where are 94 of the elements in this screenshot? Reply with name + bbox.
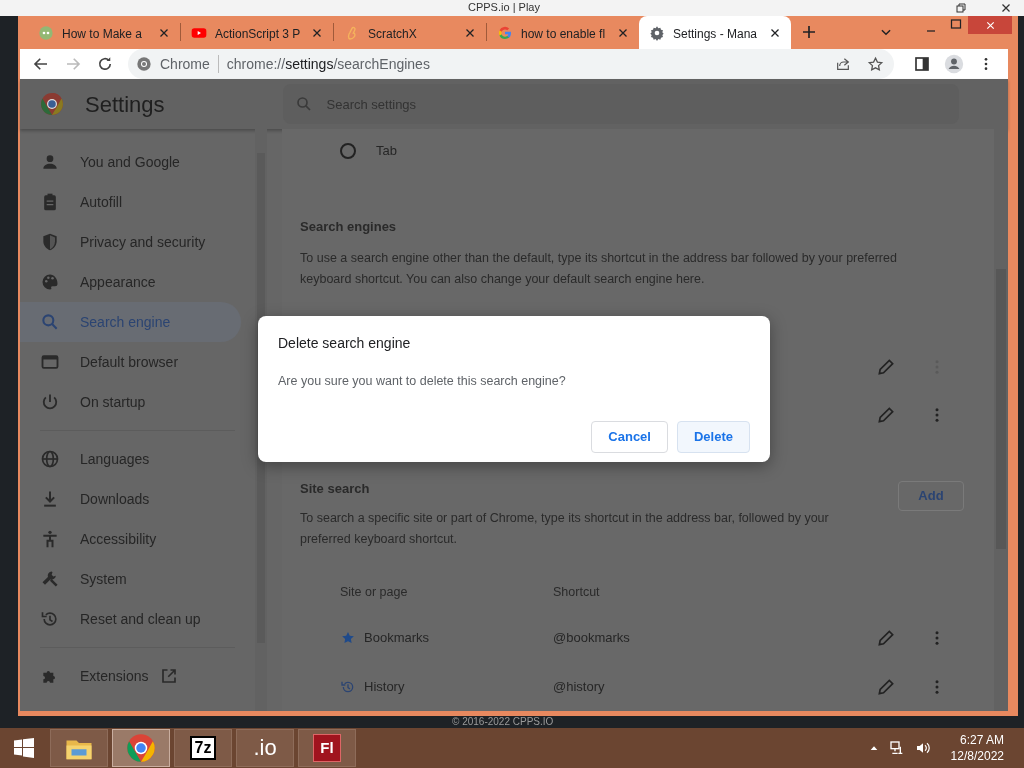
gear-icon xyxy=(649,24,665,41)
browser-tab[interactable]: ScratchX xyxy=(334,16,486,49)
close-icon xyxy=(984,19,996,31)
add-button[interactable]: Add xyxy=(898,480,964,511)
window-title: CPPS.io | Play xyxy=(468,1,540,14)
tab-title: How to Make a xyxy=(62,26,143,41)
network-icon[interactable] xyxy=(888,740,905,756)
external-link-icon[interactable] xyxy=(160,667,179,685)
maximize-icon[interactable] xyxy=(950,18,962,30)
copyright-text: © 2016-2022 CPPS.IO xyxy=(452,716,554,728)
new-tab-icon[interactable] xyxy=(801,24,817,40)
close-icon xyxy=(1000,2,1012,14)
shortcut-text: @history xyxy=(553,677,605,696)
site-name: Bookmarks xyxy=(364,628,430,647)
close-icon[interactable] xyxy=(617,26,629,39)
taskbar-app[interactable] xyxy=(112,729,170,767)
shortcut-text: @bookmarks xyxy=(553,628,630,647)
clock-time[interactable]: 6:27 AM xyxy=(959,732,1004,748)
chrome-icon xyxy=(126,733,156,763)
sidebar-item[interactable]: Languages xyxy=(20,439,241,479)
taskbar-app[interactable]: 7z xyxy=(174,729,232,767)
wrench-icon xyxy=(40,569,60,589)
dialog-message: Are you sure you want to delete this search engine? xyxy=(278,373,567,390)
scrollbar[interactable] xyxy=(994,129,1008,711)
sidebar-item[interactable]: Reset and clean up xyxy=(20,599,241,639)
shield-icon xyxy=(40,232,60,252)
radio-label: Tab xyxy=(376,142,397,161)
tab-title: ScratchX xyxy=(368,26,417,41)
browser-window-icon xyxy=(40,352,60,372)
column-header: Site or page xyxy=(340,583,409,601)
dialog-title: Delete search engine xyxy=(278,334,412,353)
edit-pencil-icon[interactable] xyxy=(876,676,896,697)
browser-tab[interactable]: ActionScript 3 P xyxy=(181,16,333,49)
address-bar[interactable]: Chrome chrome://settings/searchEngines xyxy=(128,49,894,79)
edit-pencil-icon[interactable] xyxy=(876,404,896,425)
site-icon xyxy=(38,24,54,41)
globe-icon xyxy=(40,449,60,469)
search-icon xyxy=(294,95,313,113)
history-icon xyxy=(40,609,60,629)
close-icon[interactable] xyxy=(769,26,781,39)
url-text: chrome://settings/searchEngines xyxy=(226,54,430,74)
volume-icon[interactable] xyxy=(914,740,931,756)
sidebar-item[interactable]: System xyxy=(20,559,241,599)
sidebar-item[interactable]: Privacy and security xyxy=(20,222,241,262)
tab-title: how to enable fl xyxy=(521,26,606,41)
sidebar-item[interactable]: Search engine xyxy=(20,302,241,342)
tab-title: Settings - Mana xyxy=(673,26,758,41)
section-description: To search a specific site or part of Chrome, type its shortcut in the address bar, followed by your preferred keyboard shortcut. xyxy=(300,510,830,548)
column-header: Shortcut xyxy=(553,583,600,601)
sidebar-item[interactable]: Default browser xyxy=(20,342,241,382)
palette-icon xyxy=(40,272,60,292)
sidebar-item[interactable]: You and Google xyxy=(20,142,241,182)
edit-pencil-icon[interactable] xyxy=(876,356,896,377)
google-icon xyxy=(497,24,513,41)
close-icon[interactable] xyxy=(311,26,323,39)
clock-date[interactable]: 12/8/2022 xyxy=(950,748,1004,764)
profile-icon[interactable] xyxy=(944,54,964,74)
delete-button[interactable]: Delete xyxy=(676,420,750,453)
browser-tab[interactable]: How to Make a xyxy=(28,16,180,49)
browser-tab[interactable]: how to enable fl xyxy=(487,16,639,49)
close-icon[interactable] xyxy=(158,26,170,39)
taskbar-app[interactable] xyxy=(50,729,108,767)
chrome-logo-icon xyxy=(40,92,64,116)
reload-icon[interactable] xyxy=(96,55,114,73)
section-heading: Site search xyxy=(300,479,371,498)
edit-pencil-icon[interactable] xyxy=(876,627,896,648)
back-icon[interactable] xyxy=(32,55,50,73)
chrome-icon xyxy=(136,56,152,72)
sidebar-item[interactable]: On startup xyxy=(20,382,241,422)
sidebar-item[interactable]: Extensions xyxy=(20,656,241,696)
sidebar-item[interactable]: Accessibility xyxy=(20,519,241,559)
sidebar-item[interactable]: Appearance xyxy=(20,262,241,302)
tab-title: ActionScript 3 P xyxy=(215,26,301,41)
power-icon xyxy=(40,392,60,412)
site-name: History xyxy=(364,677,405,696)
browser-tab[interactable]: Settings - Mana xyxy=(639,16,791,49)
taskbar-app[interactable]: Fl xyxy=(298,729,356,767)
restore-icon xyxy=(955,2,967,14)
sidebar-item[interactable]: Downloads xyxy=(20,479,241,519)
bookmark-star-icon[interactable] xyxy=(867,55,884,73)
sidebar-item[interactable]: Autofill xyxy=(20,182,241,222)
section-heading: Search engines xyxy=(300,218,398,236)
side-panel-icon[interactable] xyxy=(914,56,930,72)
accessibility-icon xyxy=(40,529,60,549)
taskbar-app[interactable]: .io xyxy=(236,729,294,767)
close-icon[interactable] xyxy=(464,26,476,39)
share-icon[interactable] xyxy=(835,56,851,72)
person-icon xyxy=(40,152,60,172)
search-icon xyxy=(40,312,60,332)
site-label: Chrome xyxy=(160,54,210,74)
radio-button[interactable] xyxy=(340,143,356,159)
cancel-button[interactable]: Cancel xyxy=(591,420,668,453)
windows-logo-icon[interactable] xyxy=(12,736,36,760)
page-title: Settings xyxy=(85,90,165,119)
